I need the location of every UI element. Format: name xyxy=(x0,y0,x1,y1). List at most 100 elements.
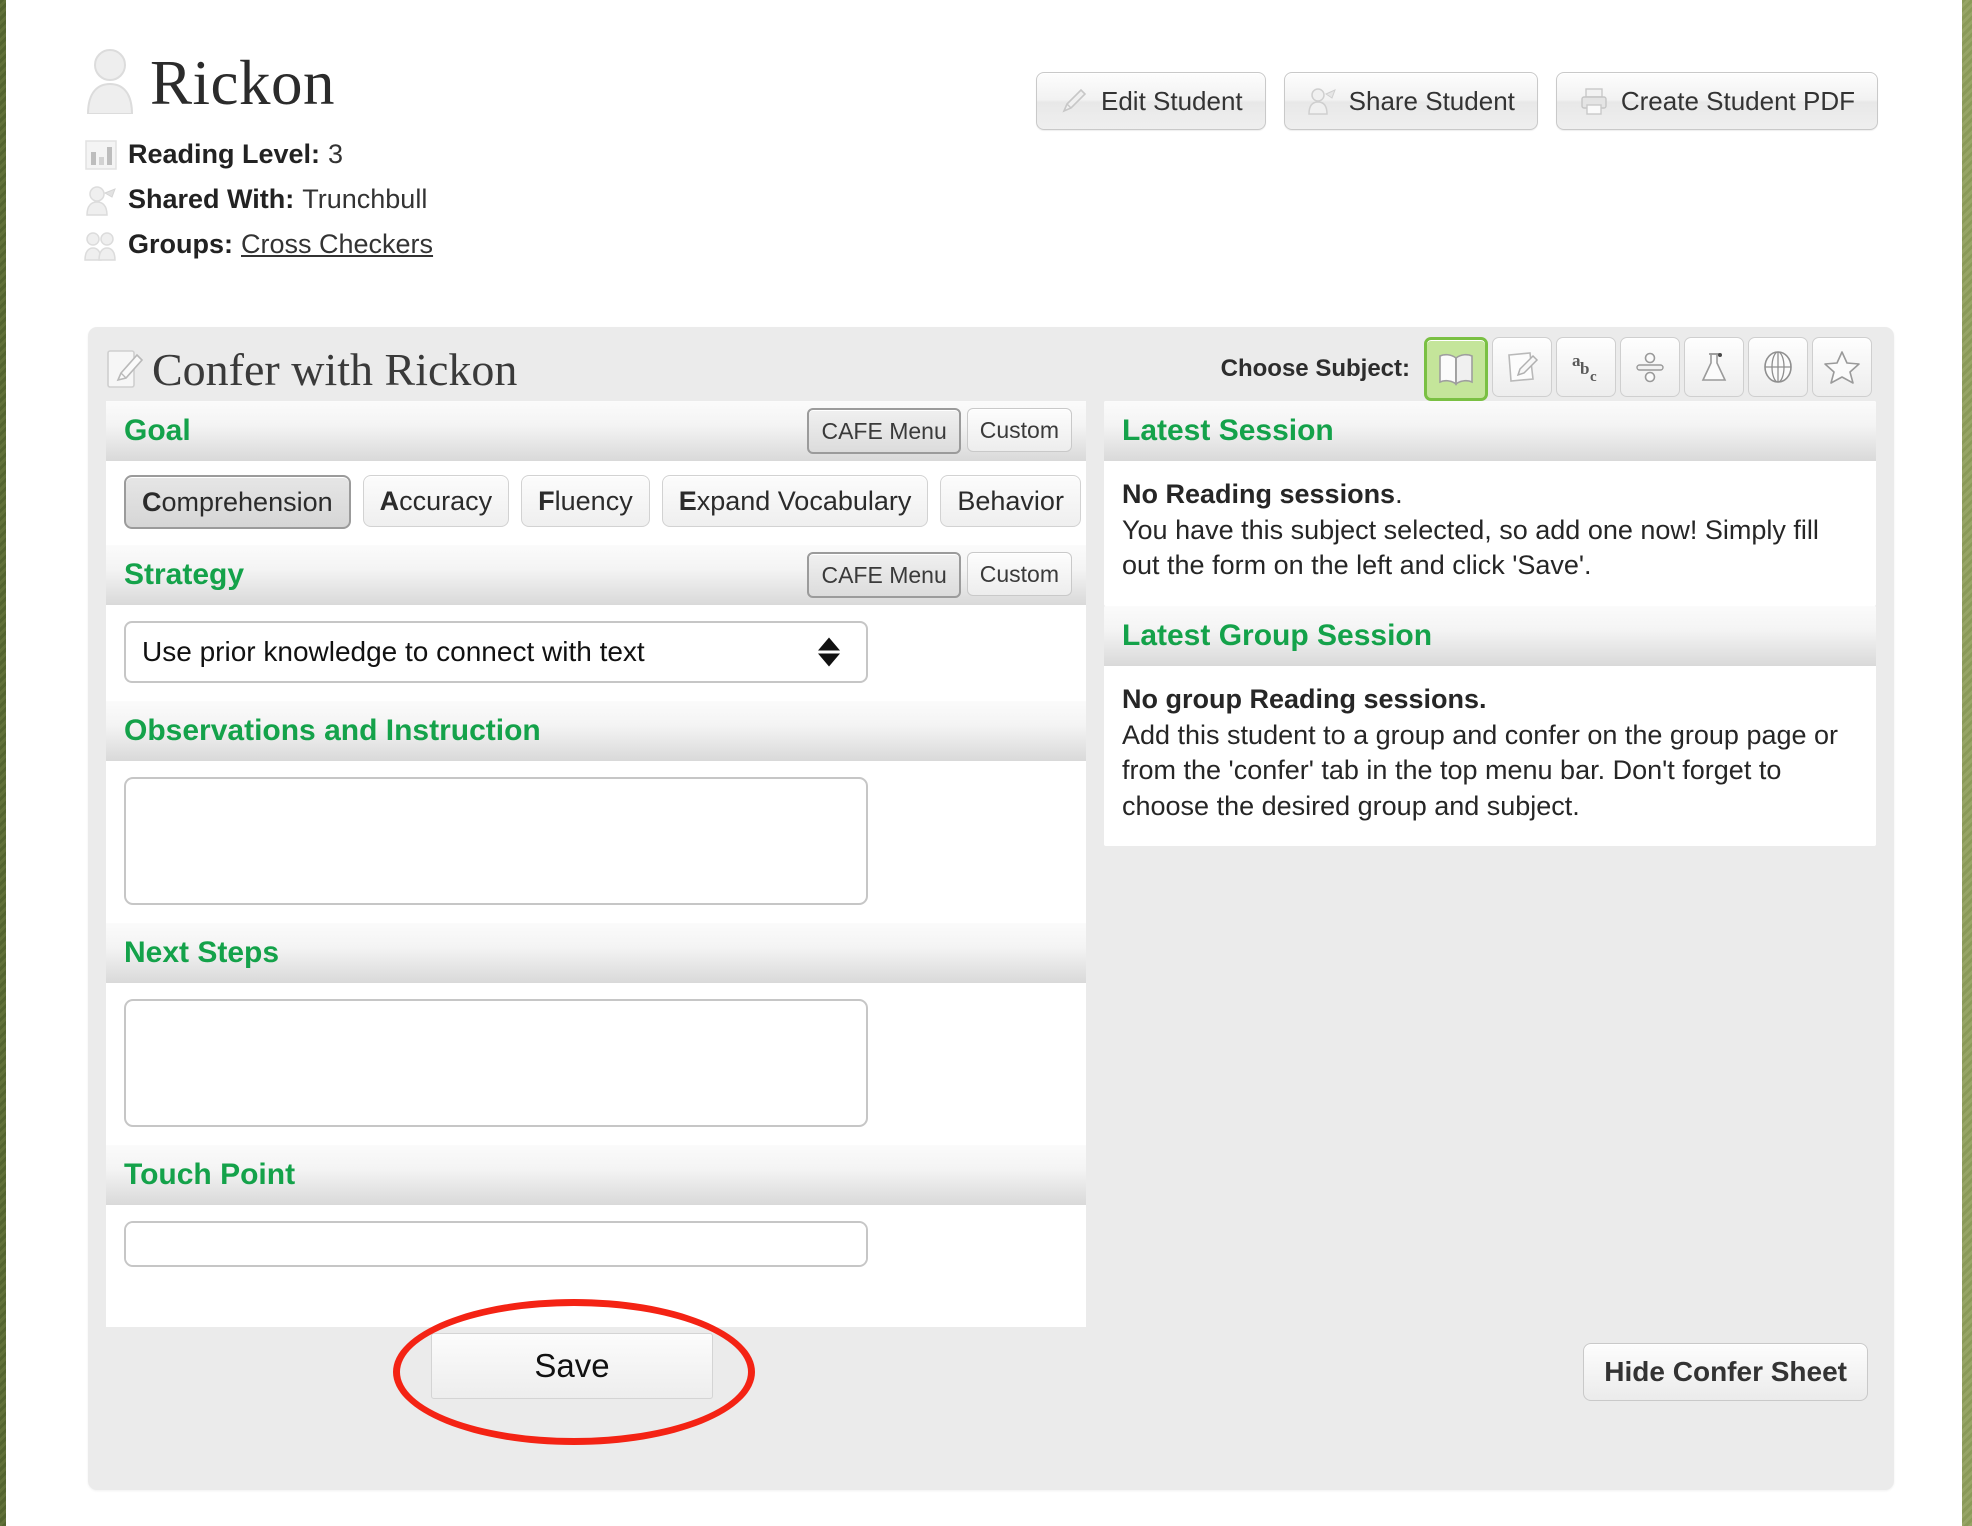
goal-option-expand-vocabulary[interactable]: Expand Vocabulary xyxy=(661,475,929,527)
observations-heading: Observations and Instruction xyxy=(124,714,541,747)
latest-session-card: Latest Session No Reading sessions. You … xyxy=(1104,401,1876,606)
star-icon xyxy=(1824,351,1860,384)
goal-source-buttons: CAFE Menu Custom xyxy=(807,408,1072,454)
user-icon xyxy=(86,49,134,114)
group-people-icon xyxy=(84,231,116,261)
latest-session-header: Latest Session xyxy=(1104,401,1876,461)
goal-option-comprehension[interactable]: Comprehension xyxy=(124,475,351,529)
touch-point-body xyxy=(106,1205,1086,1285)
edit-student-button[interactable]: Edit Student xyxy=(1035,72,1266,130)
open-book-icon xyxy=(1439,353,1473,386)
share-person-icon xyxy=(86,185,116,216)
goal-custom-button[interactable]: Custom xyxy=(966,408,1072,452)
sessions-column: Latest Session No Reading sessions. You … xyxy=(1104,401,1876,1411)
note-pencil-icon xyxy=(107,350,144,388)
next-steps-section-header: Next Steps xyxy=(106,923,1086,983)
goal-option-accuracy-initial: A xyxy=(379,485,400,516)
latest-session-bold-suffix: . xyxy=(1395,479,1403,509)
confer-title: Confer with Rickon xyxy=(152,343,518,395)
subject-button-science[interactable] xyxy=(1684,337,1744,397)
save-button[interactable]: Save xyxy=(431,1333,713,1399)
confer-panel: Confer with Rickon Choose Subject: a b c… xyxy=(88,327,1894,1490)
student-header: Rickon Reading Level: 3 Shared With: Tru… xyxy=(84,28,1894,268)
student-meta-list: Reading Level: 3 Shared With: Trunchbull xyxy=(84,132,1894,267)
bar-chart-icon xyxy=(85,139,117,170)
latest-session-bold: No Reading sessions xyxy=(1122,479,1396,509)
observations-section-header: Observations and Instruction xyxy=(106,701,1086,761)
next-steps-textarea[interactable] xyxy=(124,999,868,1127)
next-steps-body xyxy=(106,983,1086,1145)
globe-icon xyxy=(1764,351,1792,383)
goal-option-fluency-initial: F xyxy=(538,485,555,516)
flask-icon xyxy=(1701,353,1727,381)
goal-option-fluency[interactable]: Fluency xyxy=(521,475,650,527)
goal-option-behavior-rest: Behavior xyxy=(957,485,1064,516)
confer-body: Goal CAFE Menu Custom Comprehension Accu… xyxy=(106,401,1876,1445)
meta-label-shared-with: Shared With: xyxy=(128,184,295,214)
goal-options-row: Comprehension Accuracy Fluency Expand Vo… xyxy=(106,461,1086,545)
create-student-pdf-button[interactable]: Create Student PDF xyxy=(1555,72,1878,130)
subject-button-math[interactable] xyxy=(1620,337,1680,397)
goal-option-expand-vocabulary-initial: E xyxy=(678,485,697,516)
subject-button-word-work[interactable]: a b c xyxy=(1556,337,1616,397)
abc-icon: a b c xyxy=(1572,351,1597,385)
page-title: Rickon xyxy=(150,48,335,118)
strategy-custom-button[interactable]: Custom xyxy=(966,552,1072,596)
strategy-heading: Strategy xyxy=(124,558,245,591)
latest-session-body: No Reading sessions. You have this subje… xyxy=(1104,461,1876,606)
latest-group-session-bold: No group Reading sessions. xyxy=(1122,683,1487,714)
subject-button-writing[interactable] xyxy=(1492,337,1552,397)
meta-row-shared-with: Shared With: Trunchbull xyxy=(84,177,1894,222)
subject-button-other[interactable] xyxy=(1812,337,1872,397)
page-edge-right-strip xyxy=(1962,0,1972,1526)
subject-button-reading[interactable] xyxy=(1424,337,1488,401)
meta-row-reading-level: Reading Level: 3 xyxy=(84,132,1894,177)
meta-value-reading-level: 3 xyxy=(328,139,344,169)
svg-text:c: c xyxy=(1590,369,1597,385)
latest-group-session-card: Latest Group Session No group Reading se… xyxy=(1104,605,1876,847)
goal-option-comprehension-initial: C xyxy=(142,486,162,517)
strategy-cafe-menu-button[interactable]: CAFE Menu xyxy=(807,552,961,598)
latest-group-session-header: Latest Group Session xyxy=(1104,605,1876,666)
meta-value-shared-with: Trunchbull xyxy=(302,184,428,214)
notepad-pencil-icon xyxy=(1508,352,1539,382)
goal-cafe-menu-button[interactable]: CAFE Menu xyxy=(807,408,961,454)
confer-title-group: Confer with Rickon xyxy=(106,343,517,396)
confer-panel-header: Confer with Rickon Choose Subject: a b c xyxy=(88,327,1894,401)
goal-option-accuracy[interactable]: Accuracy xyxy=(362,475,510,527)
create-student-pdf-label: Create Student PDF xyxy=(1620,85,1855,116)
strategy-select[interactable]: Use prior knowledge to connect with text xyxy=(124,621,868,683)
subject-button-social-studies[interactable] xyxy=(1748,337,1808,397)
goal-option-behavior[interactable]: Behavior xyxy=(940,475,1081,527)
page-root: Rickon Reading Level: 3 Shared With: Tru… xyxy=(6,0,1962,1526)
goal-option-fluency-rest: luency xyxy=(554,485,633,516)
latest-group-session-body: No group Reading sessions. Add this stud… xyxy=(1104,666,1876,847)
svg-text:b: b xyxy=(1580,359,1589,378)
select-stepper-arrows-icon xyxy=(818,637,840,667)
save-bar: Save xyxy=(106,1299,1086,1445)
printer-icon xyxy=(1581,88,1607,115)
meta-label-reading-level: Reading Level: xyxy=(128,139,321,169)
next-steps-heading: Next Steps xyxy=(124,936,280,969)
meta-row-groups: Groups: Cross Checkers xyxy=(84,222,1894,267)
goal-heading: Goal xyxy=(124,414,191,447)
subject-chooser: Choose Subject: a b c xyxy=(1221,337,1872,401)
strategy-section-header: Strategy CAFE Menu Custom xyxy=(106,545,1086,605)
share-student-label: Share Student xyxy=(1348,85,1515,116)
share-person-icon xyxy=(1307,88,1336,115)
goal-option-comprehension-rest: omprehension xyxy=(161,486,333,517)
edit-student-label: Edit Student xyxy=(1100,85,1243,116)
touch-point-textarea[interactable] xyxy=(124,1221,868,1267)
hide-confer-sheet-button[interactable]: Hide Confer Sheet xyxy=(1583,1343,1868,1401)
goal-option-expand-vocabulary-rest: xpand Vocabulary xyxy=(696,485,912,516)
group-link-cross-checkers[interactable]: Cross Checkers xyxy=(241,229,433,260)
latest-group-session-heading: Latest Group Session xyxy=(1122,618,1433,652)
observations-body xyxy=(106,761,1086,923)
subject-icon-list: a b c xyxy=(1424,337,1872,401)
choose-subject-label: Choose Subject: xyxy=(1220,355,1410,382)
share-student-button[interactable]: Share Student xyxy=(1283,72,1538,130)
strategy-source-buttons: CAFE Menu Custom xyxy=(807,552,1072,598)
goal-option-accuracy-rest: ccuracy xyxy=(399,485,493,516)
observations-textarea[interactable] xyxy=(124,777,868,905)
strategy-selected-value: Use prior knowledge to connect with text xyxy=(142,636,645,667)
